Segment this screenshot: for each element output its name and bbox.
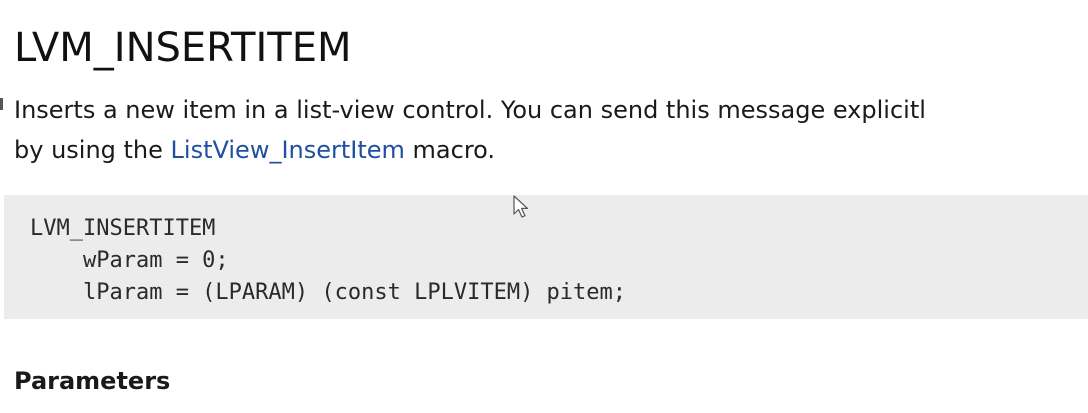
code-line-wparam: wParam = 0; bbox=[30, 248, 229, 273]
code-line-lparam: lParam = (LPARAM) (const LPLVITEM) pitem… bbox=[30, 280, 627, 305]
intro-paragraph: Inserts a new item in a list-view contro… bbox=[14, 90, 1088, 170]
margin-marker bbox=[0, 98, 3, 110]
code-line-message: LVM_INSERTITEM bbox=[30, 216, 216, 241]
intro-text-after-link: macro. bbox=[404, 136, 496, 164]
listview-insertitem-link[interactable]: ListView_InsertItem bbox=[171, 136, 405, 164]
syntax-code-block: LVM_INSERTITEM wParam = 0; lParam = (LPA… bbox=[4, 195, 1088, 319]
mouse-pointer-icon bbox=[513, 195, 529, 218]
intro-line-2: by using the ListView_InsertItem macro. bbox=[14, 130, 1088, 170]
page-title: LVM_INSERTITEM bbox=[14, 25, 352, 71]
parameters-heading: Parameters bbox=[14, 367, 171, 395]
intro-line-1: Inserts a new item in a list-view contro… bbox=[14, 96, 926, 124]
intro-text-before-link: by using the bbox=[14, 136, 171, 164]
